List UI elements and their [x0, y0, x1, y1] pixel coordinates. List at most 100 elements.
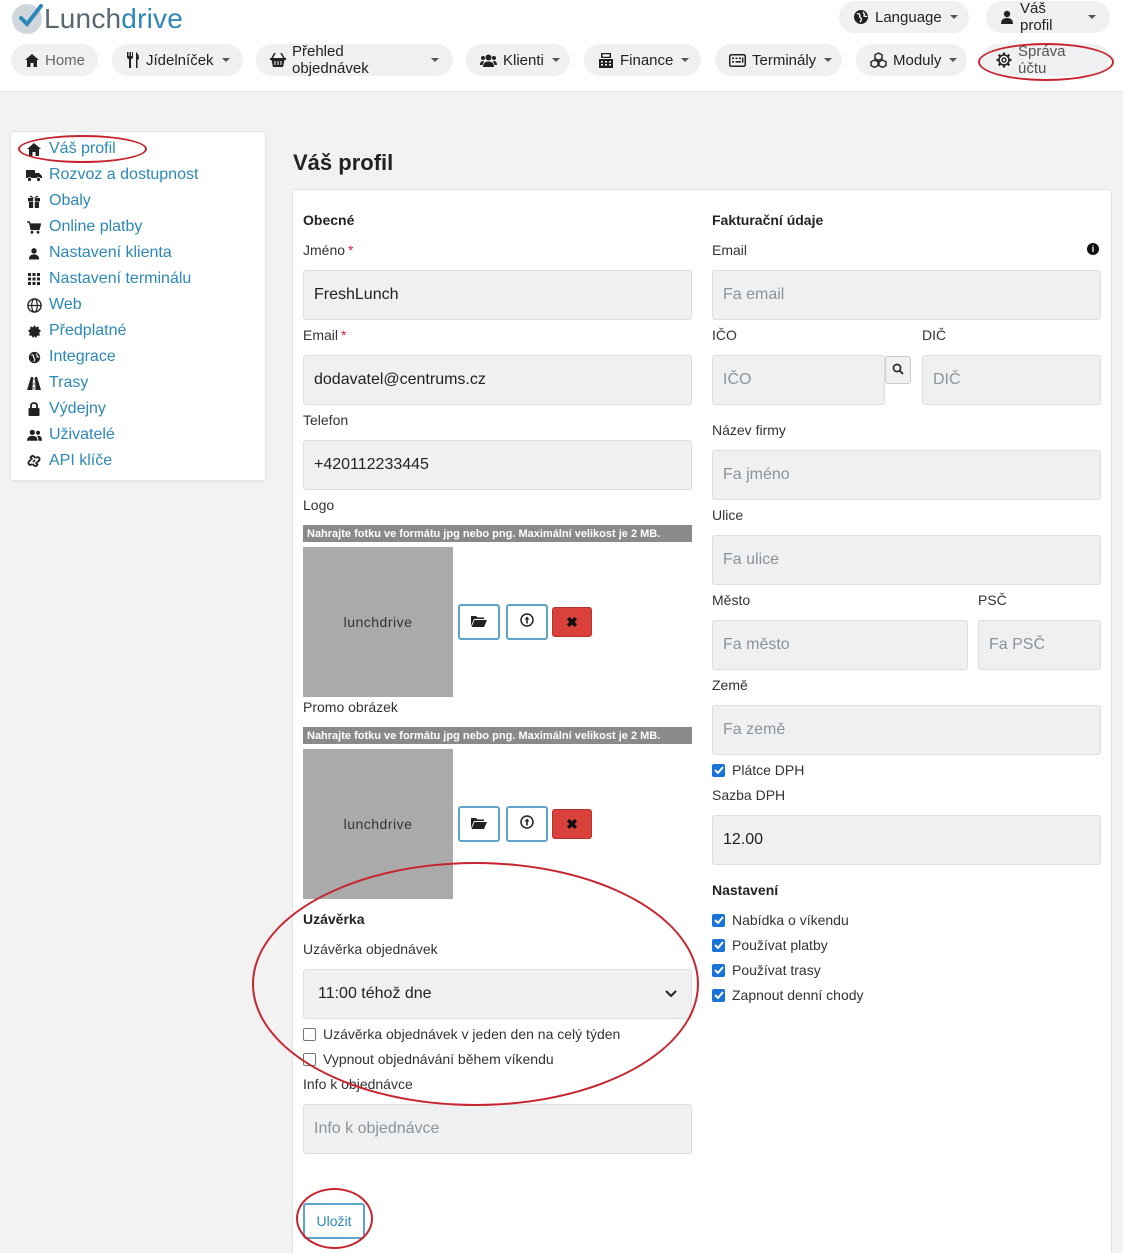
section-title-billing: Fakturační údaje: [712, 212, 824, 228]
promo-browse-button[interactable]: [458, 806, 500, 842]
dic-field[interactable]: DIČ: [922, 355, 1101, 405]
chevron-down-icon: [1088, 15, 1096, 19]
checkbox-box[interactable]: [712, 938, 725, 952]
dic-label: DIČ: [922, 327, 947, 343]
checkbox-one-day-cutoff[interactable]: Uzávěrka objednávek v jeden den na celý …: [303, 1026, 620, 1042]
nav-menu-label: Jídelníček: [146, 51, 214, 69]
checkbox-label: Nabídka o víkendu: [732, 912, 849, 928]
nav-orders-label: Přehled objednávek: [292, 43, 369, 77]
checkbox-box[interactable]: [712, 763, 725, 777]
sidebar-item-label: Integrace: [49, 348, 116, 365]
grid-icon: [26, 273, 42, 285]
country-label: Země: [712, 677, 748, 693]
nav-modules[interactable]: Moduly: [856, 44, 967, 76]
required-mark: *: [341, 327, 347, 343]
zip-field[interactable]: Fa PSČ: [978, 620, 1101, 670]
checkbox-box[interactable]: [712, 913, 725, 927]
save-button[interactable]: Uložit: [303, 1203, 365, 1239]
promo-label: Promo obrázek: [303, 699, 398, 715]
cutoff-select[interactable]: 11:00 téhož dne: [303, 969, 692, 1019]
sidebar-item-nastavení-terminálu[interactable]: Nastavení terminálu: [26, 268, 191, 290]
email-field[interactable]: dodavatel@centrums.cz: [303, 355, 692, 405]
sidebar-item-předplatné[interactable]: Předplatné: [26, 320, 126, 342]
sidebar-item-label: Web: [49, 296, 82, 313]
logo-text-part2: drive: [121, 3, 183, 34]
language-dropdown[interactable]: Language: [839, 1, 969, 33]
logo-delete-button[interactable]: ✖: [552, 607, 592, 637]
sidebar-item-rozvoz-a-dostupnost[interactable]: Rozvoz a dostupnost: [26, 164, 198, 186]
sidebar-item-api-klíče[interactable]: API klíče: [26, 450, 112, 472]
city-field[interactable]: Fa město: [712, 620, 968, 670]
sidebar-item-label: Váš profil: [49, 140, 116, 157]
phone-label: Telefon: [303, 412, 349, 428]
vat-rate-field[interactable]: 12.00: [712, 815, 1101, 865]
billing-email-label: Email: [712, 242, 748, 258]
sidebar-item-label: API klíče: [49, 452, 113, 469]
promo-delete-button[interactable]: ✖: [552, 809, 592, 839]
info-icon[interactable]: i: [1087, 243, 1099, 255]
nav-menu[interactable]: Jídelníček: [112, 44, 243, 76]
logo-browse-button[interactable]: [458, 604, 500, 640]
country-field[interactable]: Fa země: [712, 705, 1101, 755]
chevron-down-icon: [824, 58, 833, 62]
billing-email-field[interactable]: Fa email: [712, 270, 1101, 320]
logo-image-placeholder: lunchdrive: [303, 547, 453, 697]
nav-home[interactable]: Home: [11, 44, 98, 76]
terminal-icon: [729, 53, 746, 67]
ico-field[interactable]: IČO: [712, 355, 885, 405]
checkbox-label: Uzávěrka objednávek v jeden den na celý …: [323, 1026, 621, 1042]
sidebar-item-uživatelé[interactable]: Uživatelé: [26, 424, 115, 446]
checkbox-box[interactable]: [303, 1027, 316, 1041]
sidebar-item-nastavení-klienta[interactable]: Nastavení klienta: [26, 242, 172, 264]
sidebar-item-label: Výdejny: [49, 400, 106, 417]
name-label: Jméno *: [303, 242, 354, 258]
order-info-field[interactable]: Info k objednávce: [303, 1104, 692, 1154]
nav-clients[interactable]: Klienti: [466, 44, 570, 76]
home-icon: [25, 53, 39, 67]
promo-image-placeholder: lunchdrive: [303, 749, 453, 899]
settings-checkbox[interactable]: Zapnout denní chody: [712, 987, 864, 1003]
checkbox-disable-weekend[interactable]: Vypnout objednávání během víkendu: [303, 1051, 554, 1067]
logo-upload-button[interactable]: [506, 604, 548, 640]
link-icon: [26, 454, 42, 468]
sidebar-item-label: Předplatné: [49, 322, 127, 339]
home-icon: [26, 142, 42, 156]
users-icon: [26, 429, 42, 441]
sidebar-item-výdejny[interactable]: Výdejny: [26, 398, 106, 420]
company-name-field[interactable]: Fa jméno: [712, 450, 1101, 500]
ico-label: IČO: [712, 327, 737, 343]
nav-account-settings[interactable]: Správa účtu: [982, 43, 1110, 77]
checkbox-box[interactable]: [712, 988, 725, 1002]
checkbox-box[interactable]: [712, 963, 725, 977]
phone-field[interactable]: +420112233445: [303, 440, 692, 490]
sidebar-item-integrace[interactable]: Integrace: [26, 346, 116, 368]
name-field[interactable]: FreshLunch: [303, 270, 692, 320]
lock-icon: [26, 402, 42, 416]
sidebar-item-online-platby[interactable]: Online platby: [26, 216, 142, 238]
section-title-general: Obecné: [303, 212, 355, 228]
sidebar-item-obaly[interactable]: Obaly: [26, 190, 91, 212]
truck-icon: [26, 169, 42, 182]
nav-finance[interactable]: Finance: [584, 44, 701, 76]
settings-checkbox[interactable]: Používat platby: [712, 937, 828, 953]
promo-upload-button[interactable]: [506, 806, 548, 842]
sidebar-item-trasy[interactable]: Trasy: [26, 372, 88, 394]
road-icon: [26, 376, 42, 390]
nav-orders[interactable]: Přehled objednávek: [256, 43, 453, 77]
profile-dropdown[interactable]: Váš profil: [986, 0, 1110, 34]
checkbox-box[interactable]: [303, 1052, 316, 1066]
sidebar-item-web[interactable]: Web: [26, 294, 82, 316]
checkbox-vat-payer[interactable]: Plátce DPH: [712, 762, 804, 778]
street-field[interactable]: Fa ulice: [712, 535, 1101, 585]
sidebar-item-váš-profil[interactable]: Váš profil: [26, 138, 116, 160]
gear-icon: [996, 52, 1012, 68]
ico-lookup-button[interactable]: [885, 356, 911, 384]
chevron-down-icon: [665, 985, 677, 1003]
chevron-down-icon: [551, 58, 560, 62]
settings-checkbox[interactable]: Používat trasy: [712, 962, 821, 978]
settings-checkbox[interactable]: Nabídka o víkendu: [712, 912, 849, 928]
nav-finance-label: Finance: [620, 51, 674, 69]
chevron-down-icon: [949, 15, 958, 19]
nav-terminals[interactable]: Terminály: [715, 44, 842, 76]
logo[interactable]: Lunchdrive: [12, 3, 183, 35]
